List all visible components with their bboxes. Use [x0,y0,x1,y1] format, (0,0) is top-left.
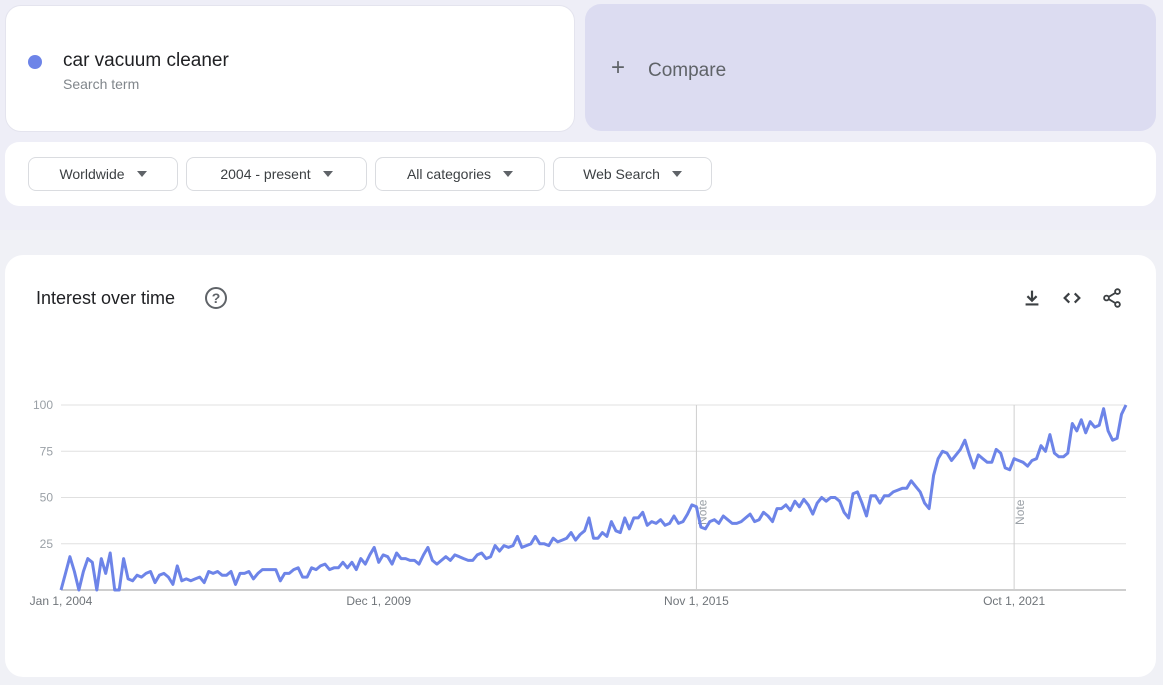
search-term-subtitle: Search term [63,76,140,92]
compare-label: Compare [648,60,727,81]
y-tick-label: 25 [40,537,54,551]
search-type-filter-label: Web Search [583,166,660,182]
line-chart: Note Note 255075100Jan 1, 2004 Dec 1, 2009… [30,398,1128,608]
caret-down-icon [671,171,682,177]
time-range-filter-label: 2004 - present [220,166,311,182]
series-color-dot [28,55,42,69]
category-filter[interactable]: All categories [375,157,545,191]
search-term-name[interactable]: car vacuum cleaner [63,50,229,72]
note-label: Note [1013,499,1027,525]
search-type-filter[interactable]: Web Search [553,157,712,191]
caret-down-icon [322,171,333,177]
x-tick-label: Dec 1, 2009 [346,594,411,608]
time-range-filter[interactable]: 2004 - present [186,157,367,191]
filter-bar: Worldwide 2004 - present All categories … [5,142,1156,206]
region-filter-label: Worldwide [59,166,125,182]
search-term-card[interactable]: car vacuum cleaner Search term [5,5,575,132]
interest-over-time-card: Interest over time ? Note Note 25 50 75 100 J… [5,255,1156,677]
x-tick-label: Nov 1, 2015 [664,594,729,608]
caret-down-icon [503,171,514,177]
x-tick-label: Jan 1, 2004 [30,594,93,608]
region-filter[interactable]: Worldwide [28,157,178,191]
y-tick-label: 100 [33,398,53,412]
y-tick-label: 75 [40,444,54,458]
compare-button[interactable]: + Compare [585,4,1156,131]
caret-down-icon [136,171,147,177]
category-filter-label: All categories [406,166,492,182]
x-tick-label: Oct 1, 2021 [983,594,1045,608]
plus-icon: + [611,54,626,81]
y-tick-label: 50 [40,491,54,505]
